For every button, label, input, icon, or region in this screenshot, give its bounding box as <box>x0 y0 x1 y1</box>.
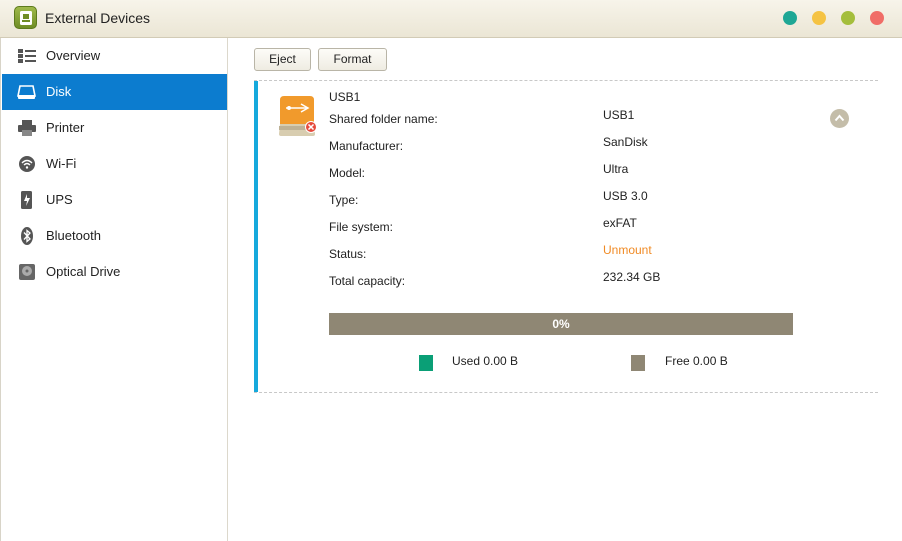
file-system-label: File system: <box>329 220 394 234</box>
used-legend-swatch <box>419 355 433 371</box>
optical-drive-icon <box>17 263 37 281</box>
capacity-percent-text: 0% <box>552 317 570 331</box>
device-name: USB1 <box>329 90 361 104</box>
sidebar-item-label: Overview <box>46 48 101 63</box>
title-bar: External Devices <box>0 0 902 38</box>
sidebar-item-label: Optical Drive <box>46 264 121 279</box>
status-label: Status: <box>329 247 367 261</box>
type-label: Type: <box>329 193 359 207</box>
window-restore-button[interactable] <box>783 11 797 25</box>
used-legend-label: Used 0.00 B <box>452 354 519 368</box>
chevron-up-icon <box>834 114 845 122</box>
sidebar-item-label: Bluetooth <box>46 228 101 243</box>
sidebar-item-label: UPS <box>46 192 73 207</box>
card-selection-accent <box>254 81 258 392</box>
total-capacity-label: Total capacity: <box>329 274 406 288</box>
capacity-progress-bar: 0% <box>329 313 793 335</box>
model-label: Model: <box>329 166 366 180</box>
printer-icon <box>17 119 37 137</box>
card-divider-bottom <box>254 392 878 393</box>
sidebar-item-label: Printer <box>46 120 85 135</box>
sidebar-item-label: Disk <box>46 84 72 99</box>
status-value-link[interactable]: Unmount <box>603 243 652 257</box>
sidebar-item-optical-drive[interactable]: Optical Drive <box>2 254 227 290</box>
card-divider-top <box>254 80 878 81</box>
file-system-value: exFAT <box>603 216 637 230</box>
manufacturer-value: SanDisk <box>603 135 648 149</box>
format-button[interactable]: Format <box>318 48 387 71</box>
free-legend-label: Free 0.00 B <box>665 354 728 368</box>
manufacturer-label: Manufacturer: <box>329 139 404 153</box>
eject-button[interactable]: Eject <box>254 48 311 71</box>
sidebar-item-ups[interactable]: UPS <box>2 182 227 218</box>
sidebar-item-wifi[interactable]: Wi-Fi <box>2 146 227 182</box>
usb-drive-icon <box>277 94 319 138</box>
app-icon <box>14 6 37 29</box>
model-value: Ultra <box>603 162 629 176</box>
free-legend-swatch <box>631 355 645 371</box>
window-minimize-button[interactable] <box>812 11 826 25</box>
shared-folder-name-value: USB1 <box>603 108 635 122</box>
disk-icon <box>17 83 37 101</box>
window-close-button[interactable] <box>870 11 884 25</box>
sidebar-item-label: Wi-Fi <box>46 156 77 171</box>
ups-icon <box>17 191 37 209</box>
collapse-button[interactable] <box>830 109 849 128</box>
shared-folder-name-label: Shared folder name: <box>329 112 438 126</box>
window-title: External Devices <box>45 10 151 26</box>
type-value: USB 3.0 <box>603 189 648 203</box>
sidebar-item-bluetooth[interactable]: Bluetooth <box>2 218 227 254</box>
overview-icon <box>17 47 37 65</box>
wifi-icon <box>17 155 37 173</box>
sidebar-item-overview[interactable]: Overview <box>2 38 227 74</box>
total-capacity-value: 232.34 GB <box>603 270 661 284</box>
sidebar: Overview Disk Printer Wi-Fi UPS Bluetoot… <box>0 38 228 541</box>
sidebar-item-printer[interactable]: Printer <box>2 110 227 146</box>
bluetooth-icon <box>17 227 37 245</box>
sidebar-item-disk[interactable]: Disk <box>2 74 227 110</box>
window-maximize-button[interactable] <box>841 11 855 25</box>
